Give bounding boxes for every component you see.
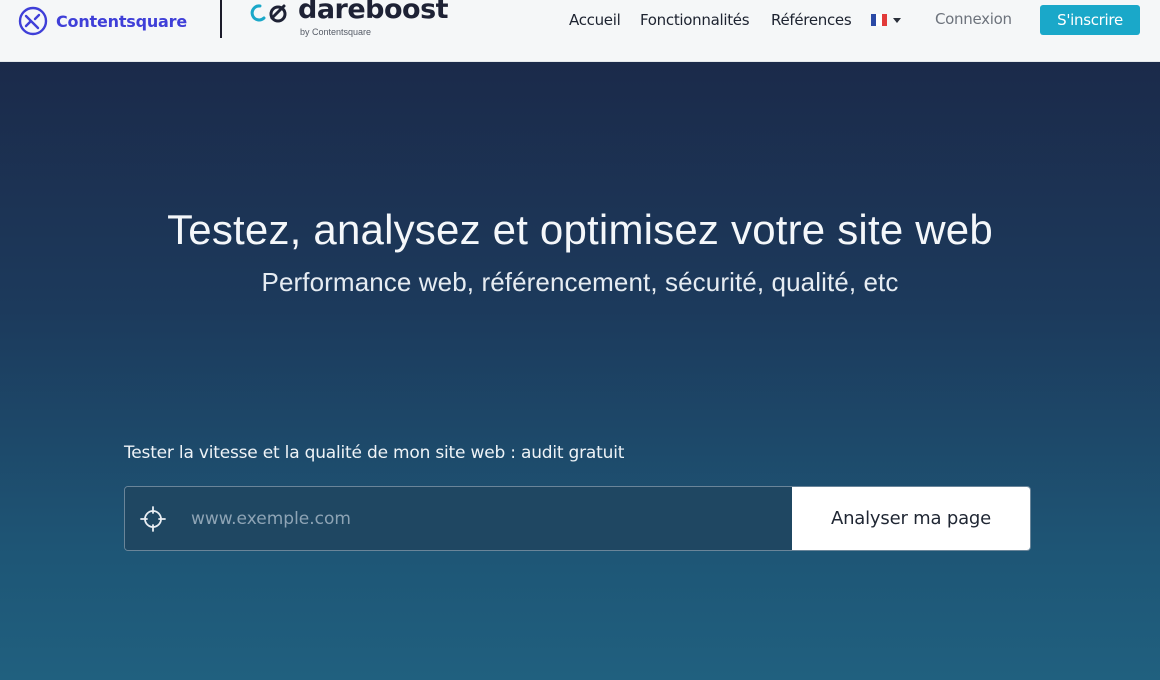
- dareboost-logo-text: dareboost: [298, 0, 449, 25]
- nav-item-accueil[interactable]: Accueil: [569, 10, 621, 30]
- dareboost-logo-icon: [250, 4, 287, 23]
- signup-button[interactable]: S'inscrire: [1040, 5, 1140, 35]
- analyse-page-button[interactable]: Analyser ma page: [792, 487, 1030, 550]
- login-link[interactable]: Connexion: [935, 10, 1012, 28]
- flag-fr-icon: [871, 14, 887, 26]
- contentsquare-logo-text: Contentsquare: [56, 11, 187, 31]
- contentsquare-logo-icon: [18, 6, 48, 36]
- audit-label: Tester la vitesse et la qualité de mon s…: [124, 443, 625, 463]
- crosshair-icon: [140, 505, 166, 532]
- chevron-down-icon: [893, 17, 901, 23]
- contentsquare-logo[interactable]: Contentsquare: [18, 3, 187, 39]
- crosshair-icon-container: [125, 487, 181, 550]
- nav-item-references[interactable]: Références: [771, 10, 852, 30]
- top-navigation-bar: Contentsquare dareboost by Contentsquare…: [0, 0, 1160, 62]
- url-input[interactable]: [181, 487, 792, 550]
- hero-section: Testez, analysez et optimisez votre site…: [0, 62, 1160, 680]
- nav-link-references[interactable]: Références: [771, 11, 852, 29]
- nav-link-accueil[interactable]: Accueil: [569, 11, 621, 29]
- url-analysis-form: Analyser ma page: [124, 486, 1031, 551]
- hero-title: Testez, analysez et optimisez votre site…: [167, 206, 993, 253]
- brand-divider: [220, 0, 222, 38]
- language-selector[interactable]: [871, 12, 907, 28]
- nav-link-fonctionnalites[interactable]: Fonctionnalités: [640, 11, 750, 29]
- hero-subtitle: Performance web, référencement, sécurité…: [261, 267, 899, 297]
- nav-item-fonctionnalites[interactable]: Fonctionnalités: [640, 10, 750, 30]
- dareboost-logo-subtext: by Contentsquare: [300, 27, 372, 37]
